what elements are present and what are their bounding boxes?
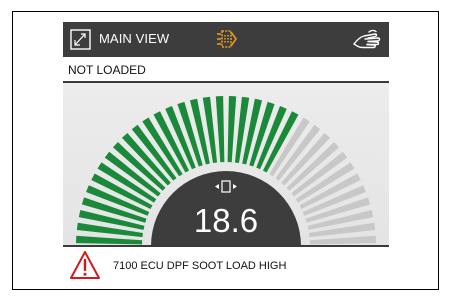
page-title: MAIN VIEW <box>99 31 170 46</box>
gauge-value: 18.6 <box>194 202 258 239</box>
alert-message: 7100 ECU DPF SOOT LOAD HIGH <box>113 260 287 272</box>
display-screen: MAIN VIEW NOT LOADED 18.6 7100 ECU DPF S… <box>63 22 389 284</box>
gauge-segment-filled <box>215 96 225 163</box>
main-view-icon[interactable] <box>70 29 91 50</box>
gauge-segment-filled <box>227 96 237 163</box>
gauge-svg: 18.6 <box>76 96 376 246</box>
soot-load-gauge: 18.6 <box>63 83 389 246</box>
dpf-regen-icon <box>217 30 237 48</box>
gauge-segment-empty <box>309 235 376 245</box>
header-bar: MAIN VIEW <box>63 22 389 57</box>
alert-bar[interactable]: 7100 ECU DPF SOOT LOAD HIGH <box>63 245 389 284</box>
gauge-segment-filled <box>76 235 143 245</box>
load-status-text: NOT LOADED <box>68 63 146 77</box>
warning-triangle-icon <box>70 251 100 279</box>
load-status-bar: NOT LOADED <box>63 57 389 83</box>
touch-hand-icon[interactable] <box>351 28 383 50</box>
